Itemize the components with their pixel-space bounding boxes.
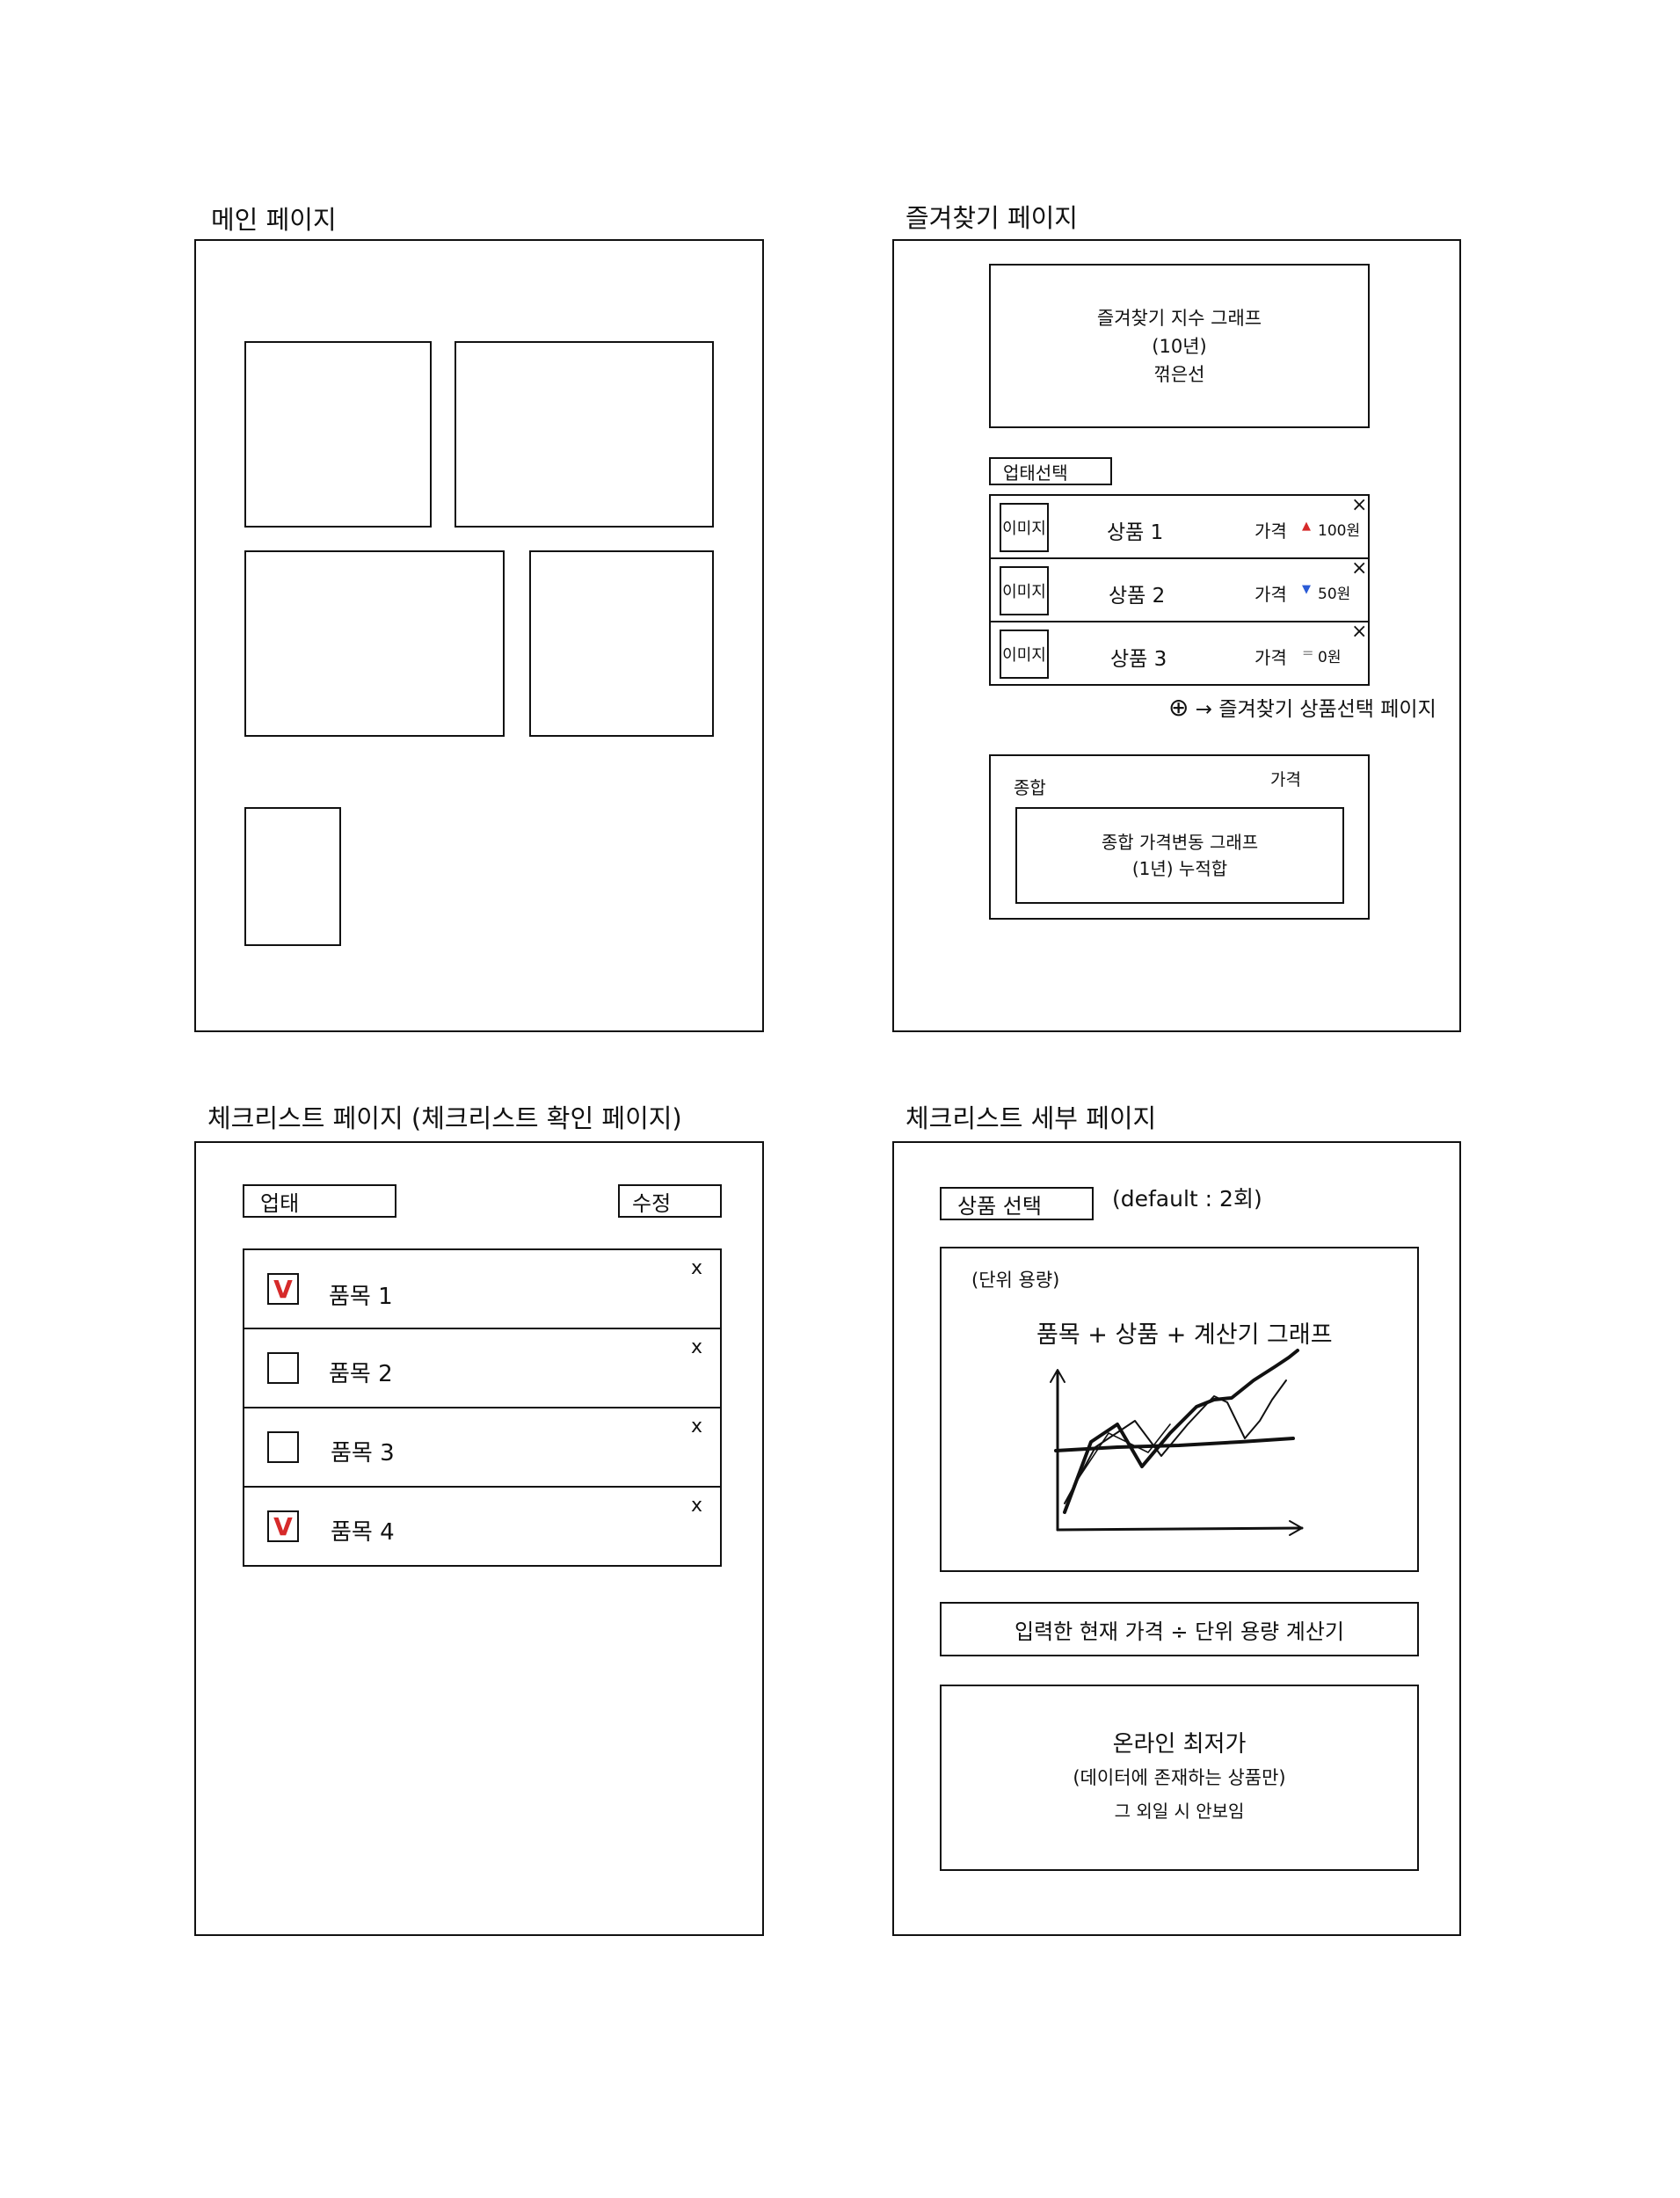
favorite-items-list: 이미지 상품 1 가격 ▲ 100원 × 이미지 상품 2 가격 ▼ 50원 ×… <box>989 494 1370 686</box>
remove-item-close-icon[interactable]: × <box>1351 559 1367 579</box>
category-dropdown[interactable]: 업태 <box>243 1184 396 1218</box>
index-graph-line3: 꺾은선 <box>1153 363 1205 385</box>
price-same-icon: = <box>1302 644 1314 661</box>
delete-item-close-icon[interactable]: x <box>691 1338 702 1357</box>
category-select-dropdown[interactable]: 업태선택 <box>989 457 1112 485</box>
favorite-item-row[interactable]: 이미지 상품 3 가격 = 0원 × <box>989 621 1370 686</box>
checklist-items: V 품목 1 x 품목 2 x 품목 3 x V 품목 4 x <box>243 1248 722 1567</box>
checklist-page-frame: 업태 수정 V 품목 1 x 품목 2 x 품목 3 x V 품목 4 x <box>194 1141 764 1936</box>
favorites-page-frame: 즐겨찾기 지수 그래프 (10년) 꺾은선 업태선택 이미지 상품 1 가격 ▲… <box>892 239 1461 1032</box>
total-price-graph: 종합 가격변동 그래프 (1년) 누적합 <box>1015 807 1344 904</box>
item-checkbox[interactable] <box>267 1352 299 1384</box>
delete-item-close-icon[interactable]: x <box>691 1259 702 1278</box>
add-favorite-note-text: 즐겨찾기 상품선택 페이지 <box>1218 698 1436 721</box>
arrow-right-icon: → <box>1195 698 1213 721</box>
checklist-item-label: 품목 2 <box>329 1361 393 1387</box>
favorite-item-price-label: 가격 <box>1255 584 1287 605</box>
product-select-dropdown[interactable]: 상품 선택 <box>940 1187 1094 1220</box>
delete-item-close-icon[interactable]: x <box>691 1496 702 1516</box>
favorite-item-name: 상품 2 <box>1109 585 1166 608</box>
total-label: 종합 <box>1014 777 1046 798</box>
favorite-item-name: 상품 1 <box>1107 521 1164 544</box>
favorite-item-price-label: 가격 <box>1255 520 1287 542</box>
total-price-label: 가격 <box>1270 770 1301 790</box>
favorite-item-price-change: 100원 <box>1318 522 1361 540</box>
remove-item-close-icon[interactable]: × <box>1351 622 1367 642</box>
favorite-item-image: 이미지 <box>1000 630 1049 679</box>
lowest-price-line1: 온라인 최저가 <box>1112 1731 1247 1758</box>
main-page-frame <box>194 239 764 1032</box>
main-tile-2[interactable] <box>455 341 714 528</box>
total-graph-line2: (1년) 누적합 <box>1131 858 1228 879</box>
favorite-item-row[interactable]: 이미지 상품 2 가격 ▼ 50원 × <box>989 557 1370 622</box>
favorite-item-image: 이미지 <box>1000 503 1049 552</box>
main-tile-1[interactable] <box>244 341 432 528</box>
x-axis <box>1056 1526 1304 1532</box>
online-lowest-price-panel: 온라인 최저가 (데이터에 존재하는 상품만) 그 외일 시 안보임 <box>940 1685 1419 1871</box>
main-tile-3[interactable] <box>244 550 505 737</box>
delete-item-close-icon[interactable]: x <box>691 1417 702 1437</box>
favorites-index-graph: 즐겨찾기 지수 그래프 (10년) 꺾은선 <box>989 264 1370 428</box>
product-select-label: 상품 선택 <box>957 1193 1042 1219</box>
main-tile-4[interactable] <box>529 550 714 737</box>
unit-price-graph-panel: (단위 용량) 품목 + 상품 + 계산기 그래프 <box>940 1247 1419 1572</box>
category-dropdown-label: 업태 <box>260 1190 300 1216</box>
favorite-item-image: 이미지 <box>1000 566 1049 615</box>
lowest-price-line2: (데이터에 존재하는 상품만) <box>1073 1767 1286 1788</box>
index-graph-line1: 즐겨찾기 지수 그래프 <box>1096 307 1262 329</box>
item-checkbox[interactable] <box>267 1431 299 1463</box>
checklist-item-label: 품목 3 <box>331 1440 395 1467</box>
checklist-page-title: 체크리스트 페이지 (체크리스트 확인 페이지) <box>207 1103 682 1133</box>
price-up-icon: ▲ <box>1302 520 1311 533</box>
favorite-item-price-change: 0원 <box>1318 649 1342 666</box>
unit-price-calculator[interactable]: 입력한 현재 가격 ÷ 단위 용량 계산기 <box>940 1602 1419 1656</box>
lowest-price-line3: 그 외일 시 안보임 <box>1114 1801 1245 1822</box>
checklist-item-row[interactable]: 품목 2 x <box>243 1328 722 1408</box>
favorites-page-title: 즐겨찾기 페이지 <box>905 203 1078 233</box>
detail-page-frame: 상품 선택 (default : 2회) (단위 용량) 품목 + 상품 + 계… <box>892 1141 1461 1936</box>
main-page-title: 메인 페이지 <box>211 205 337 235</box>
checklist-item-label: 품목 1 <box>329 1284 393 1310</box>
default-note: (default : 2회) <box>1112 1186 1262 1212</box>
detail-page-title: 체크리스트 세부 페이지 <box>905 1103 1157 1133</box>
favorite-item-price-change: 50원 <box>1318 586 1351 603</box>
total-graph-line1: 종합 가격변동 그래프 <box>1101 832 1259 853</box>
checklist-item-row[interactable]: V 품목 1 x <box>243 1248 722 1329</box>
total-panel: 종합 가격 종합 가격변동 그래프 (1년) 누적합 <box>989 754 1370 920</box>
edit-button-label: 수정 <box>632 1190 672 1216</box>
checklist-item-label: 품목 4 <box>331 1519 395 1546</box>
item-checkbox-checked[interactable]: V <box>267 1273 299 1305</box>
favorite-item-price-label: 가격 <box>1255 647 1287 668</box>
category-select-label: 업태선택 <box>1003 462 1068 484</box>
remove-item-close-icon[interactable]: × <box>1351 496 1367 515</box>
sketch-line-graph <box>1050 1349 1304 1536</box>
favorite-item-name: 상품 3 <box>1110 648 1167 671</box>
favorite-item-row[interactable]: 이미지 상품 1 가격 ▲ 100원 × <box>989 494 1370 559</box>
calculator-label: 입력한 현재 가격 ÷ 단위 용량 계산기 <box>1014 1619 1344 1644</box>
item-checkbox-checked[interactable]: V <box>267 1510 299 1542</box>
index-graph-line2: (10년) <box>1152 335 1207 357</box>
price-down-icon: ▼ <box>1302 583 1311 596</box>
add-circle-icon[interactable]: ⊕ <box>1168 693 1189 722</box>
checklist-item-row[interactable]: V 품목 4 x <box>243 1486 722 1567</box>
main-tile-5[interactable] <box>244 807 341 946</box>
add-favorite-note[interactable]: ⊕ → 즐겨찾기 상품선택 페이지 <box>1168 692 1436 722</box>
edit-button[interactable]: 수정 <box>618 1184 722 1218</box>
checklist-item-row[interactable]: 품목 3 x <box>243 1407 722 1488</box>
